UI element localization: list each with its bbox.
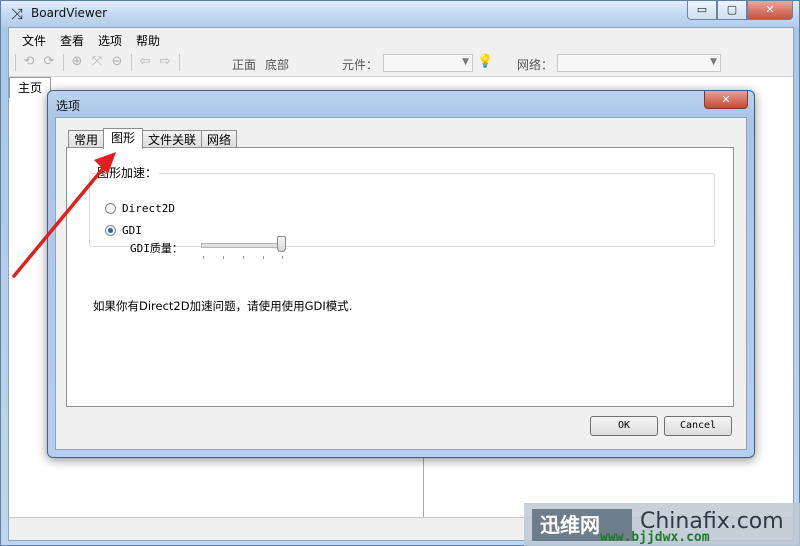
lightbulb-icon[interactable]: 💡 [477, 54, 493, 70]
maximize-button[interactable]: ▢ [717, 1, 747, 20]
chevron-down-icon: ▼ [710, 57, 717, 67]
toolbar-separator [131, 54, 132, 71]
zoom-in-icon[interactable]: ⊕ [69, 54, 85, 70]
component-label: 元件： [342, 58, 379, 72]
watermark-url: www.bjjdwx.com [600, 530, 710, 545]
option-direct2d-label: Direct2D [122, 202, 175, 215]
slider-tick [243, 256, 244, 259]
options-dialog: 选项 ✕ 常用 图形 文件关联 网络 图形加速： Direct2D GDI GD… [47, 90, 755, 458]
acceleration-group [89, 173, 715, 247]
zoom-out-icon[interactable]: ⊖ [109, 54, 125, 70]
option-gdi[interactable]: GDI [105, 224, 142, 237]
menu-options[interactable]: 选项 [91, 28, 129, 50]
toolbar-separator [63, 54, 64, 71]
tab-strip: 常用 图形 文件关联 网络 [68, 128, 238, 149]
watermark: 迅维网 Chinafix.com www.bjjdwx.com [524, 503, 800, 546]
slider-tick [282, 256, 283, 259]
close-button[interactable]: ✕ [747, 1, 793, 20]
toolbar: ⟲ ⟳ ⊕ ⤧ ⊖ ⇦ ⇨ 正面 底部 元件： ▼ 💡 网络： ▼ [9, 50, 793, 77]
slider-tick [263, 256, 264, 259]
zoom-fit-icon[interactable]: ⤧ [89, 54, 105, 70]
dialog-title: 选项 [56, 99, 81, 113]
info-text: 如果你有Direct2D加速问题，请使用使用GDI模式. [93, 299, 353, 313]
slider-tick [223, 256, 224, 259]
title-bar[interactable]: ⤨ BoardViewer ▭ ▢ ✕ [1, 1, 799, 27]
menu-file[interactable]: 文件 [15, 28, 53, 50]
rotate-right-icon[interactable]: ⟳ [41, 54, 57, 70]
forward-arrow-icon[interactable]: ⇨ [157, 54, 173, 70]
option-direct2d[interactable]: Direct2D [105, 202, 175, 215]
toolbar-separator [179, 54, 180, 71]
gdi-quality-thumb[interactable] [277, 236, 286, 252]
menu-view[interactable]: 查看 [53, 28, 91, 50]
top-side-button[interactable]: 正面 [232, 56, 256, 73]
rotate-left-icon[interactable]: ⟲ [21, 54, 37, 70]
radio-direct2d[interactable] [105, 203, 116, 214]
gdi-quality-track[interactable] [201, 243, 283, 248]
back-arrow-icon[interactable]: ⇦ [137, 54, 153, 70]
ok-button[interactable]: OK [590, 416, 658, 436]
group-title: 图形加速： [95, 164, 160, 181]
gdi-quality-label: GDI质量： [130, 242, 183, 255]
app-icon: ⤨ [10, 5, 23, 23]
panel-divider[interactable] [423, 457, 424, 517]
toolbar-separator [15, 54, 16, 71]
bottom-side-button[interactable]: 底部 [265, 56, 289, 73]
tab-graphics[interactable]: 图形 [103, 128, 144, 149]
app-title: BoardViewer [31, 6, 108, 20]
menu-bar: 文件 查看 选项 帮助 [9, 28, 793, 50]
cancel-button[interactable]: Cancel [664, 416, 732, 436]
slider-tick [203, 256, 204, 259]
option-gdi-label: GDI [122, 224, 142, 237]
minimize-button[interactable]: ▭ [687, 1, 717, 20]
dialog-close-button[interactable]: ✕ [704, 91, 748, 109]
network-label: 网络： [517, 58, 554, 72]
component-combo[interactable]: ▼ [383, 54, 473, 72]
chevron-down-icon: ▼ [462, 57, 469, 67]
graphics-panel: 图形加速： Direct2D GDI GDI质量： 如果你有Direct2D加速… [66, 147, 734, 407]
network-combo[interactable]: ▼ [557, 54, 721, 72]
menu-help[interactable]: 帮助 [129, 28, 167, 50]
dialog-body: 常用 图形 文件关联 网络 图形加速： Direct2D GDI GDI质量： [55, 117, 747, 450]
tab-home[interactable]: 主页 [9, 77, 51, 98]
radio-gdi[interactable] [105, 225, 116, 236]
window-controls: ▭ ▢ ✕ [687, 1, 793, 20]
